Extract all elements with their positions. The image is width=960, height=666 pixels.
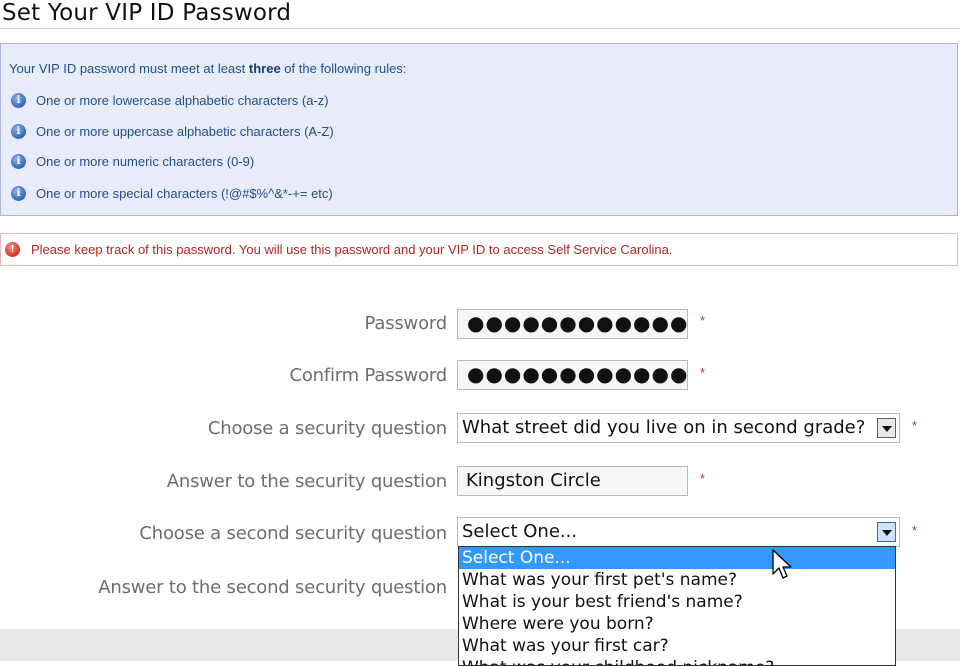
chevron-down-icon[interactable] <box>877 522 896 542</box>
confirm-password-label: Confirm Password <box>289 365 447 386</box>
chevron-down-icon[interactable] <box>877 418 896 438</box>
rules-intro-bold: three <box>248 61 281 76</box>
password-warning: ! Please keep track of this password. Yo… <box>0 233 958 266</box>
confirm-password-field[interactable]: ●●●●●●●●●●●● <box>457 360 688 390</box>
rules-intro: Your VIP ID password must meet at least … <box>9 61 406 76</box>
security-question-select[interactable]: What street did you live on in second gr… <box>457 413 900 443</box>
info-icon: i <box>11 123 26 139</box>
rule-item: i One or more uppercase alphabetic chara… <box>11 121 334 141</box>
rule-item: i One or more special characters (!@#$%^… <box>11 183 333 203</box>
rule-item: i One or more numeric characters (0-9) <box>11 151 254 171</box>
rules-intro-tail: of the following rules: <box>280 61 407 76</box>
security-question-dropdown-list[interactable]: Select One... What was your first pet's … <box>458 546 896 666</box>
info-icon: i <box>11 92 26 108</box>
dropdown-option[interactable]: What was your first pet's name? <box>459 569 895 591</box>
dropdown-option[interactable]: What was your first car? <box>459 635 895 657</box>
second-security-question-label: Choose a second security question <box>139 523 447 544</box>
required-marker: * <box>912 523 918 538</box>
second-security-answer-label: Answer to the second security question <box>98 577 447 598</box>
security-question-label: Choose a security question <box>207 418 447 439</box>
password-rules-box: Your VIP ID password must meet at least … <box>0 43 958 216</box>
second-security-question-select[interactable]: Select One... <box>457 517 900 547</box>
warning-text: Please keep track of this password. You … <box>31 242 673 257</box>
required-marker: * <box>700 313 706 328</box>
rule-text: One or more special characters (!@#$%^&*… <box>36 185 333 201</box>
info-icon: i <box>11 153 26 169</box>
mouse-pointer-icon <box>772 549 792 579</box>
security-question-value: What street did you live on in second gr… <box>462 417 866 438</box>
security-answer-field[interactable]: Kingston Circle <box>457 466 688 496</box>
password-field[interactable]: ●●●●●●●●●●●● <box>457 309 688 339</box>
second-security-question-value: Select One... <box>462 521 578 542</box>
dropdown-option[interactable]: What was your childhood nickname? <box>459 657 895 665</box>
info-icon: i <box>11 185 26 201</box>
required-marker: * <box>700 365 706 380</box>
rule-text: One or more numeric characters (0-9) <box>36 153 255 169</box>
required-marker: * <box>912 418 918 433</box>
page-title: Set Your VIP ID Password <box>2 0 292 26</box>
rule-text: One or more uppercase alphabetic charact… <box>36 123 334 139</box>
password-label: Password <box>364 313 448 334</box>
required-marker: * <box>700 471 706 486</box>
dropdown-option[interactable]: Select One... <box>459 547 895 569</box>
alert-icon: ! <box>5 242 20 257</box>
rules-intro-text: Your VIP ID password must meet at least <box>9 61 249 76</box>
dropdown-option[interactable]: What is your best friend's name? <box>459 591 895 613</box>
dropdown-option[interactable]: Where were you born? <box>459 613 895 635</box>
title-divider <box>0 28 960 29</box>
rule-text: One or more lowercase alphabetic charact… <box>36 92 329 108</box>
security-answer-label: Answer to the security question <box>166 471 447 492</box>
rule-item: i One or more lowercase alphabetic chara… <box>11 90 329 110</box>
